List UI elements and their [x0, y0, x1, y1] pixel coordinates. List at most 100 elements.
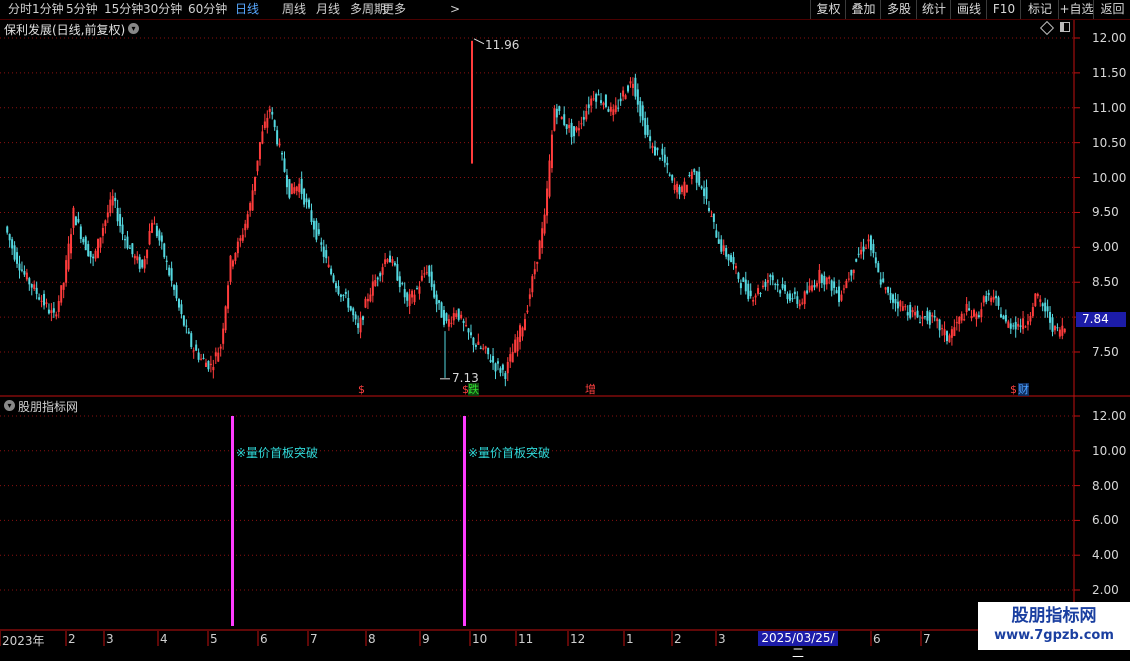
- candle-body: [374, 280, 377, 287]
- candle-body: [1017, 323, 1020, 327]
- candle-body: [604, 94, 607, 107]
- toolbar-button-8[interactable]: 返回: [1093, 0, 1130, 19]
- date-axis-label: 7: [310, 632, 318, 646]
- period-tab-9[interactable]: 多周期: [350, 2, 386, 17]
- chevron-right-icon[interactable]: >: [450, 2, 460, 17]
- candle-body: [65, 260, 68, 283]
- candle-body: [573, 126, 576, 137]
- indicator-tick-label: 8.00: [1092, 478, 1119, 493]
- candle-body: [636, 89, 639, 105]
- date-axis-label: 5: [210, 632, 218, 646]
- period-tab-10[interactable]: 更多: [382, 2, 406, 17]
- candle-body: [290, 183, 293, 195]
- toolbar-button-0[interactable]: 复权: [810, 0, 846, 19]
- window-toggle-icon[interactable]: [1060, 22, 1070, 32]
- period-tab-7[interactable]: 周线: [282, 2, 306, 17]
- candle-body: [406, 292, 409, 301]
- candle-body: [698, 171, 701, 186]
- period-tab-4[interactable]: 30分钟: [143, 2, 182, 17]
- selected-date[interactable]: 2025/03/25/二: [758, 631, 838, 660]
- candle-body: [617, 107, 620, 109]
- candle-body: [1012, 325, 1015, 327]
- candle-body: [224, 306, 227, 331]
- candle-body: [241, 234, 244, 241]
- candle-body: [384, 259, 387, 265]
- candle-body: [177, 298, 180, 308]
- toolbar-button-7[interactable]: +自选: [1058, 0, 1094, 19]
- candle-body: [111, 195, 114, 206]
- candle-body: [185, 325, 188, 327]
- candle-body: [300, 178, 303, 194]
- candle-body: [813, 285, 816, 288]
- candle-body: [987, 292, 990, 296]
- period-tab-6[interactable]: 日线: [235, 2, 259, 17]
- candle-body: [435, 294, 438, 305]
- event-marker[interactable]: $: [1010, 383, 1017, 396]
- candle-body: [180, 304, 183, 315]
- candle-body: [842, 288, 845, 290]
- candlestick-chart[interactable]: [0, 0, 1130, 650]
- candle-body: [133, 255, 136, 259]
- candle-body: [246, 214, 249, 228]
- candle-body: [1024, 326, 1027, 328]
- candle-body: [990, 297, 993, 302]
- candle-body: [47, 309, 50, 314]
- chevron-down-icon[interactable]: ▾: [4, 400, 15, 411]
- candle-body: [104, 220, 107, 227]
- toolbar-button-2[interactable]: 多股: [880, 0, 917, 19]
- date-axis-label: 10: [472, 632, 488, 646]
- candle-body: [661, 148, 664, 155]
- candle-body: [1046, 306, 1049, 312]
- period-tab-3[interactable]: 15分钟: [104, 2, 143, 17]
- toolbar-button-3[interactable]: 统计: [916, 0, 951, 19]
- indicator-tick-label: 6.00: [1092, 513, 1119, 528]
- period-toolbar: 分时 1分钟 5分钟 15分钟 30分钟 60分钟 日线 周线 月线 多周期 更多 > 复权 叠加 多股统…: [0, 0, 1130, 20]
- candle-body: [148, 230, 151, 245]
- candle-body: [25, 272, 28, 280]
- candle-body: [465, 325, 468, 327]
- date-axis-label: 12: [570, 632, 586, 646]
- candle-body: [200, 358, 203, 360]
- candle-body: [690, 171, 693, 179]
- period-tab-2[interactable]: 5分钟: [66, 2, 98, 17]
- event-marker[interactable]: 增: [585, 383, 596, 396]
- candle-body: [980, 309, 983, 318]
- candle-body: [587, 104, 590, 109]
- candle-body: [945, 331, 948, 342]
- candle-body: [155, 225, 158, 237]
- diamond-icon[interactable]: [1039, 20, 1055, 36]
- toolbar-button-1[interactable]: 叠加: [845, 0, 881, 19]
- chevron-down-icon[interactable]: ▾: [128, 23, 139, 34]
- period-tab-1[interactable]: 1分钟: [32, 2, 64, 17]
- candle-body: [933, 315, 936, 318]
- toolbar-button-5[interactable]: F10: [986, 0, 1021, 19]
- candle-body: [366, 298, 369, 302]
- candle-body: [325, 250, 328, 259]
- candle-body: [892, 294, 895, 303]
- candle-body: [514, 339, 517, 353]
- candle-body: [879, 279, 882, 285]
- period-tab-8[interactable]: 月线: [316, 2, 340, 17]
- candle-body: [320, 242, 323, 245]
- event-marker[interactable]: 财: [1018, 383, 1029, 396]
- candle-body: [298, 183, 301, 193]
- candle-body: [658, 157, 661, 159]
- period-tab-0[interactable]: 分时: [8, 2, 32, 17]
- candle-body: [288, 179, 291, 198]
- candle-body: [308, 199, 311, 208]
- candle-body: [389, 255, 392, 263]
- event-marker[interactable]: 跌: [468, 383, 479, 396]
- candle-body: [850, 269, 853, 276]
- candle-body: [823, 275, 826, 285]
- candle-body: [796, 296, 799, 304]
- candle-body: [229, 255, 232, 282]
- date-axis-label: 2: [674, 632, 682, 646]
- candle-body: [124, 239, 127, 241]
- candle-body: [676, 183, 679, 193]
- candle-body: [528, 294, 531, 299]
- candle-body: [595, 94, 598, 102]
- event-marker[interactable]: $: [358, 383, 365, 396]
- period-tab-5[interactable]: 60分钟: [188, 2, 227, 17]
- toolbar-button-6[interactable]: 标记: [1020, 0, 1059, 19]
- toolbar-button-4[interactable]: 画线: [950, 0, 987, 19]
